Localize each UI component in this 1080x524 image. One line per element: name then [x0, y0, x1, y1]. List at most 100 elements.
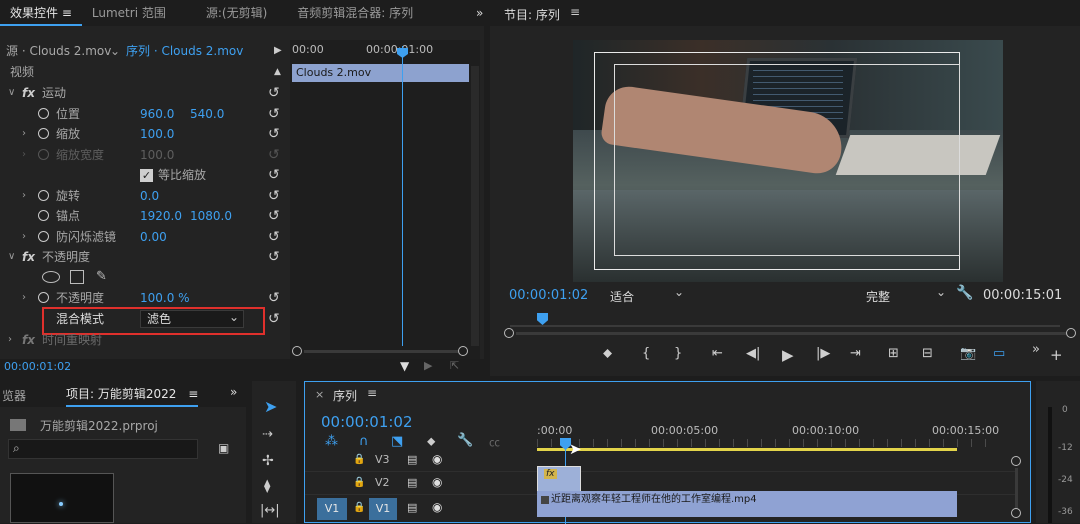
position-x-value[interactable]: 960.0: [140, 104, 174, 124]
program-time-ruler[interactable]: [510, 325, 1060, 327]
anchor-x-value[interactable]: 1920.0: [140, 206, 182, 226]
mark-out-icon[interactable]: }: [674, 346, 682, 361]
chevron-down-icon[interactable]: ⌄: [110, 42, 120, 60]
new-bin-icon[interactable]: ▣: [218, 441, 229, 455]
mini-playhead-handle[interactable]: [397, 48, 408, 58]
nest-icon[interactable]: ⁂: [325, 434, 338, 449]
play-only-icon[interactable]: ▶: [274, 42, 282, 60]
mini-scrollbar[interactable]: [471, 66, 479, 346]
track-v3[interactable]: 🔒 V3 ▤ ◉: [305, 450, 1017, 472]
uniform-scale-checkbox[interactable]: ✓: [140, 169, 153, 182]
step-back-icon[interactable]: ◀|: [746, 346, 760, 361]
button-editor-icon[interactable]: +: [1050, 346, 1063, 364]
more-controls-icon[interactable]: »: [1032, 342, 1040, 357]
zoom-right-handle[interactable]: [1066, 328, 1076, 338]
media-thumbnail[interactable]: [10, 473, 114, 523]
add-marker-icon[interactable]: ⬥: [427, 434, 435, 449]
chevron-down-icon[interactable]: ∨: [8, 247, 15, 267]
source-clip-label[interactable]: 源 · Clouds 2.mov: [6, 42, 111, 60]
fit-select[interactable]: 适合 ⌄: [610, 285, 692, 304]
lock-icon[interactable]: 🔒: [353, 477, 365, 488]
antiflicker-value[interactable]: 0.00: [140, 227, 167, 247]
track-v1[interactable]: V1 🔒 V1 ▤ ◉ 近距离观察年轻工程师在他的工作室编程.mp4: [305, 491, 1017, 524]
tab-effect-controls[interactable]: 效果控件 ≡: [0, 0, 82, 26]
tab-lumetri-scopes[interactable]: Lumetri 范围: [82, 0, 176, 26]
extract-icon[interactable]: ⊟: [922, 346, 933, 361]
timeline-timecode[interactable]: 00:00:01:02: [321, 413, 413, 431]
stopwatch-icon[interactable]: [38, 210, 49, 221]
zoom-track[interactable]: [516, 332, 1066, 335]
reset-icon[interactable]: ↺: [268, 247, 280, 267]
reset-icon[interactable]: ↺: [268, 83, 280, 103]
export-icon[interactable]: ⇱: [450, 359, 459, 372]
program-video-frame[interactable]: [573, 40, 1003, 282]
step-forward-icon[interactable]: |▶: [816, 346, 830, 361]
play-icon[interactable]: ▶: [782, 346, 794, 364]
close-icon[interactable]: ×: [315, 388, 324, 401]
sequence-clip-label[interactable]: 序列 · Clouds 2.mov: [126, 42, 243, 60]
chevron-right-icon[interactable]: ›: [22, 124, 26, 144]
rectangle-mask-icon[interactable]: [70, 270, 84, 284]
filter-icon[interactable]: ▼: [400, 359, 409, 373]
position-y-value[interactable]: 540.0: [190, 104, 224, 124]
selection-tool-icon[interactable]: ➤: [264, 397, 277, 416]
export-frame-icon[interactable]: 📷: [960, 346, 976, 361]
source-patch-v1[interactable]: V1: [317, 498, 347, 520]
wrench-icon[interactable]: 🔧: [956, 285, 973, 301]
panel-menu-icon[interactable]: ≡: [570, 5, 580, 19]
chevron-right-icon[interactable]: ›: [22, 288, 26, 308]
reset-icon[interactable]: ↺: [268, 309, 280, 329]
hscroll-right-handle[interactable]: [458, 346, 468, 356]
project-search-input[interactable]: ⌕: [8, 439, 198, 459]
mini-clip[interactable]: Clouds 2.mov: [292, 64, 469, 82]
clip-v2[interactable]: fx: [537, 466, 581, 494]
lift-icon[interactable]: ⊞: [888, 346, 899, 361]
mini-playhead[interactable]: [402, 46, 403, 346]
go-to-in-icon[interactable]: ⇤: [712, 346, 723, 361]
reset-icon[interactable]: ↺: [268, 186, 280, 206]
panel-menu-icon[interactable]: ≡: [62, 6, 72, 20]
reset-icon[interactable]: ↺: [268, 124, 280, 144]
collapse-up-icon[interactable]: ▲: [274, 62, 281, 82]
slip-tool-icon[interactable]: |↔|: [260, 503, 280, 518]
hscroll-track[interactable]: [304, 350, 458, 353]
quality-select[interactable]: 完整 ⌄: [866, 285, 946, 304]
razor-tool-icon[interactable]: ⧫: [264, 479, 270, 494]
eye-icon[interactable]: ◉: [432, 475, 442, 489]
stopwatch-icon[interactable]: [38, 128, 49, 139]
reset-icon[interactable]: ↺: [268, 288, 280, 308]
chevron-down-icon[interactable]: ∨: [8, 83, 15, 103]
rotation-value[interactable]: 0.0: [140, 186, 159, 206]
snap-icon[interactable]: ∩: [359, 434, 369, 449]
effect-controls-timecode[interactable]: 00:00:01:02: [4, 360, 71, 373]
track-target-v1[interactable]: V1: [369, 498, 397, 520]
mark-in-icon[interactable]: {: [642, 346, 650, 361]
reset-icon[interactable]: ↺: [268, 206, 280, 226]
timeline-title[interactable]: 序列: [333, 387, 357, 404]
vscroll-top-handle[interactable]: [1011, 456, 1021, 466]
reset-icon[interactable]: ↺: [268, 165, 280, 185]
stopwatch-icon[interactable]: [38, 108, 49, 119]
tab-project[interactable]: 项目: 万能剪辑2022 ≡: [66, 381, 199, 407]
reset-icon[interactable]: ↺: [268, 104, 280, 124]
ripple-edit-tool-icon[interactable]: ✢: [262, 453, 274, 469]
track-select-tool-icon[interactable]: ⇢: [262, 427, 273, 442]
lock-icon[interactable]: 🔒: [353, 502, 365, 513]
lock-icon[interactable]: 🔒: [353, 454, 365, 465]
linked-selection-icon[interactable]: ⬔: [391, 434, 403, 449]
wrench-icon[interactable]: 🔧: [457, 433, 473, 448]
zoom-left-handle[interactable]: [504, 328, 514, 338]
chevron-right-icon[interactable]: ›: [22, 227, 26, 247]
tab-source[interactable]: 源:(无剪辑): [196, 0, 277, 26]
comparison-view-icon[interactable]: ▭: [993, 346, 1005, 361]
program-monitor-title[interactable]: 节目: 序列: [504, 6, 560, 23]
ellipse-mask-icon[interactable]: [42, 271, 60, 283]
tab-audio-clip-mixer[interactable]: 音频剪辑混合器: 序列: [287, 0, 423, 26]
add-marker-icon[interactable]: ⬥: [603, 346, 612, 361]
play-audio-icon[interactable]: ▶: [424, 359, 432, 372]
blend-mode-select[interactable]: 滤色 ⌄: [140, 310, 244, 328]
hscroll-left-handle[interactable]: [292, 346, 302, 356]
timeline-ruler[interactable]: [537, 439, 992, 447]
panel-menu-icon[interactable]: ≡: [367, 386, 377, 400]
chevron-right-icon[interactable]: ›: [22, 186, 26, 206]
